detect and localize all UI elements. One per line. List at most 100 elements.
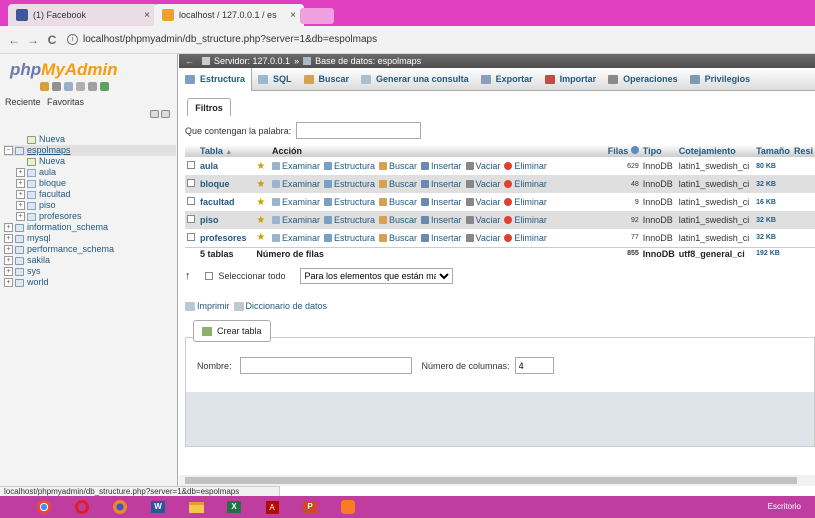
drop-link[interactable]: Eliminar: [504, 179, 547, 189]
tab-generar-una-consulta[interactable]: Generar una consulta: [355, 68, 475, 91]
expand-icon[interactable]: +: [4, 223, 13, 232]
expand-icon[interactable]: +: [16, 201, 25, 210]
phpmyadmin-logo[interactable]: phpMyAdmin: [10, 60, 118, 80]
reload-icon[interactable]: C: [44, 33, 60, 47]
scrollbar-thumb[interactable]: [185, 477, 797, 484]
tree-item-piso[interactable]: + piso: [4, 200, 176, 211]
help-icon[interactable]: [630, 146, 639, 154]
structure-link[interactable]: Estructura: [323, 197, 375, 207]
size-link[interactable]: 32 KB: [754, 211, 792, 229]
favorite-star-icon[interactable]: ★: [256, 179, 265, 190]
excel-icon[interactable]: X: [220, 496, 248, 518]
docs-icon[interactable]: [76, 82, 85, 91]
insert-link[interactable]: Insertar: [421, 161, 462, 171]
new-tab-button[interactable]: [300, 8, 334, 24]
insert-link[interactable]: Insertar: [421, 197, 462, 207]
word-icon[interactable]: W: [144, 496, 172, 518]
browse-link[interactable]: Examinar: [271, 215, 320, 225]
tree-item-information-schema[interactable]: + information_schema: [4, 222, 176, 233]
column-header-size[interactable]: Tamaño: [754, 145, 792, 157]
row-checkbox[interactable]: [187, 232, 195, 241]
row-checkbox[interactable]: [187, 161, 195, 169]
opera-icon[interactable]: [68, 496, 96, 518]
acrobat-icon[interactable]: A: [258, 496, 286, 518]
table-name-link[interactable]: profesores: [198, 229, 255, 247]
tab-buscar[interactable]: Buscar: [298, 68, 356, 91]
expand-icon[interactable]: +: [4, 278, 13, 287]
search-link[interactable]: Buscar: [379, 161, 417, 171]
tab-sql[interactable]: SQL: [252, 68, 298, 91]
tree-item-facultad[interactable]: + facultad: [4, 189, 176, 200]
favorite-star-icon[interactable]: ★: [256, 232, 265, 243]
logout-icon[interactable]: [52, 82, 61, 91]
tab-phpmyadmin[interactable]: localhost / 127.0.0.1 / es ×: [154, 4, 304, 26]
sql-icon[interactable]: [64, 82, 73, 91]
expand-icon[interactable]: +: [4, 245, 13, 254]
row-checkbox[interactable]: [187, 179, 195, 187]
filter-input[interactable]: [296, 122, 422, 139]
table-name-link[interactable]: aula: [198, 157, 255, 175]
num-columns-input[interactable]: [514, 357, 554, 374]
table-name-input[interactable]: [239, 357, 412, 374]
close-icon[interactable]: ×: [144, 10, 150, 21]
table-name-link[interactable]: piso: [198, 211, 255, 229]
favorite-star-icon[interactable]: ★: [256, 215, 265, 226]
breadcrumb-server[interactable]: Servidor: 127.0.0.1: [214, 54, 290, 68]
drop-link[interactable]: Eliminar: [504, 233, 547, 243]
collapse-all-icon[interactable]: [150, 110, 159, 118]
tree-item-sakila[interactable]: + sakila: [4, 255, 176, 266]
url-field[interactable]: i localhost/phpmyadmin/db_structure.php?…: [67, 30, 815, 50]
print-link[interactable]: Imprimir: [197, 301, 230, 311]
expand-icon[interactable]: +: [16, 212, 25, 221]
tree-item-mysql[interactable]: + mysql: [4, 233, 176, 244]
search-link[interactable]: Buscar: [379, 215, 417, 225]
column-header-overhead[interactable]: Resi: [791, 145, 815, 157]
browse-link[interactable]: Examinar: [271, 197, 320, 207]
drop-link[interactable]: Eliminar: [504, 197, 547, 207]
column-header-table[interactable]: Tabla ▲: [198, 145, 270, 157]
breadcrumb-database[interactable]: Base de datos: espolmaps: [315, 54, 421, 68]
select-all-checkbox[interactable]: [204, 272, 213, 280]
structure-link[interactable]: Estructura: [323, 161, 375, 171]
search-link[interactable]: Buscar: [379, 197, 417, 207]
tab-importar[interactable]: Importar: [539, 68, 603, 91]
tree-item-sys[interactable]: + sys: [4, 266, 176, 277]
tree-item-profesores[interactable]: + profesores: [4, 211, 176, 222]
chrome-icon[interactable]: [30, 496, 58, 518]
browse-link[interactable]: Examinar: [271, 179, 320, 189]
favorites-tab[interactable]: Favoritas: [47, 97, 84, 107]
expand-icon[interactable]: +: [16, 179, 25, 188]
settings-icon[interactable]: [88, 82, 97, 91]
link-with-main-icon[interactable]: [161, 110, 170, 118]
expand-icon[interactable]: +: [4, 267, 13, 276]
search-link[interactable]: Buscar: [379, 233, 417, 243]
start-button[interactable]: [0, 496, 24, 518]
home-icon[interactable]: [40, 82, 49, 91]
tree-item-Nueva[interactable]: Nueva: [4, 156, 176, 167]
insert-link[interactable]: Insertar: [421, 179, 462, 189]
close-icon[interactable]: ×: [290, 10, 296, 21]
empty-link[interactable]: Vaciar: [465, 161, 500, 171]
back-arrow-icon[interactable]: ←: [185, 54, 194, 68]
size-link[interactable]: 32 KB: [754, 175, 792, 193]
size-link[interactable]: 16 KB: [754, 193, 792, 211]
table-name-link[interactable]: bloque: [198, 175, 255, 193]
info-icon[interactable]: i: [67, 34, 78, 45]
tree-item-espolmaps[interactable]: − espolmaps: [4, 145, 176, 156]
forward-icon[interactable]: →: [25, 33, 41, 47]
reload-icon[interactable]: [100, 82, 109, 91]
xampp-icon[interactable]: [334, 496, 362, 518]
search-link[interactable]: Buscar: [379, 179, 417, 189]
column-header-type[interactable]: Tipo: [640, 145, 677, 157]
desktop-label[interactable]: Escritorio: [768, 502, 801, 511]
structure-link[interactable]: Estructura: [323, 233, 375, 243]
insert-link[interactable]: Insertar: [421, 233, 462, 243]
with-selected-select[interactable]: Para los elementos que están marcados:: [299, 268, 453, 284]
empty-link[interactable]: Vaciar: [465, 233, 500, 243]
size-link[interactable]: 80 KB: [754, 157, 792, 175]
structure-link[interactable]: Estructura: [323, 179, 375, 189]
tab-operaciones[interactable]: Operaciones: [602, 68, 684, 91]
tree-item-Nueva[interactable]: Nueva: [4, 134, 176, 145]
tab-exportar[interactable]: Exportar: [475, 68, 539, 91]
dictionary-link[interactable]: Diccionario de datos: [246, 301, 328, 311]
